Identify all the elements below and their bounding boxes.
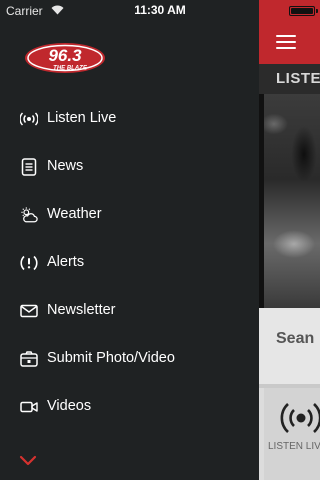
section-title: LISTEN: [259, 64, 320, 94]
menu-item-label: Listen Live: [47, 110, 117, 126]
status-time: 11:30 AM: [134, 3, 186, 17]
menu-item-label: News: [47, 158, 84, 174]
menu-item-label: Submit Photo/Video: [47, 350, 175, 366]
listen-live-button[interactable]: LISTEN LIVE: [264, 388, 320, 480]
menu-item-news[interactable]: News: [0, 144, 259, 192]
menu-item-submit-photo-video[interactable]: Submit Photo/Video: [0, 336, 259, 384]
hero-photo[interactable]: [264, 94, 320, 308]
svg-text:THE BLAZE: THE BLAZE: [53, 66, 88, 72]
main-content: LISTEN Sean LISTEN LIVE: [259, 0, 320, 480]
hamburger-menu-button[interactable]: [276, 34, 296, 50]
svg-text:96.3: 96.3: [48, 46, 82, 65]
navigation-drawer: Carrier 11:30 AM 96.3 THE BLAZE Listen L…: [0, 0, 259, 480]
menu-item-alerts[interactable]: Alerts: [0, 240, 259, 288]
envelope-icon: [20, 302, 38, 320]
chevron-down-icon[interactable]: [18, 454, 38, 468]
menu-item-listen-live[interactable]: Listen Live: [0, 96, 259, 144]
drawer-menu: Listen Live News Weather Alerts Newslett…: [0, 96, 259, 432]
host-name: Sean: [276, 330, 315, 347]
menu-item-weather[interactable]: Weather: [0, 192, 259, 240]
menu-item-label: Videos: [47, 398, 92, 414]
menu-item-label: Newsletter: [47, 302, 116, 318]
radio-broadcast-icon: [20, 110, 38, 128]
station-logo[interactable]: 96.3 THE BLAZE: [24, 42, 106, 74]
weather-sun-cloud-icon: [20, 206, 38, 224]
listen-live-label: LISTEN LIVE: [268, 441, 320, 452]
alert-exclamation-icon: [20, 254, 38, 272]
video-camera-icon: [20, 398, 38, 416]
status-bar: Carrier 11:30 AM: [0, 0, 259, 20]
camera-icon: [20, 350, 38, 368]
menu-item-label: Weather: [47, 206, 102, 222]
menu-item-label: Alerts: [47, 254, 85, 270]
news-document-icon: [20, 158, 38, 176]
show-card[interactable]: Sean: [259, 308, 320, 384]
menu-item-videos[interactable]: Videos: [0, 384, 259, 432]
menu-item-newsletter[interactable]: Newsletter: [0, 288, 259, 336]
radio-broadcast-icon: [280, 403, 320, 433]
